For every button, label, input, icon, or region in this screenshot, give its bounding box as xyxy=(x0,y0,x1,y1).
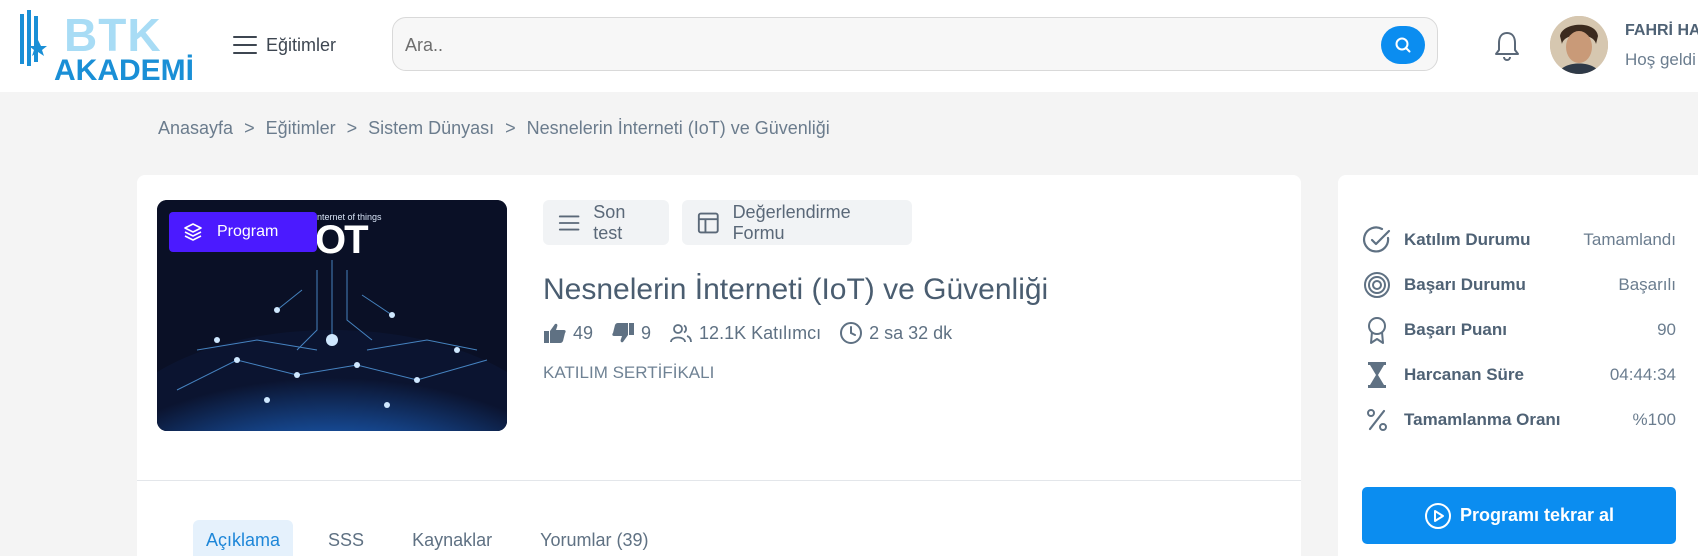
target-icon xyxy=(1364,272,1390,298)
program-badge-label: Program xyxy=(217,223,279,240)
user-greeting: Hoş geldi xyxy=(1625,50,1696,69)
award-icon xyxy=(1368,317,1386,344)
btk-akademi-logo[interactable]: BTK AKADEMİ xyxy=(18,9,208,86)
program-badge: Program xyxy=(169,212,317,252)
completion-rate-value: %100 xyxy=(1632,410,1676,429)
list-icon xyxy=(558,215,580,230)
thumbs-up-icon xyxy=(544,323,566,343)
search-icon xyxy=(1395,37,1411,53)
participation-status-label: Katılım Durumu xyxy=(1404,230,1531,249)
notification-bell-icon[interactable] xyxy=(1492,30,1522,62)
dislikes-count: 9 xyxy=(641,322,652,343)
participation-status-value: Tamamlandı xyxy=(1583,230,1676,249)
tab-faq[interactable]: SSS xyxy=(315,520,377,556)
breadcrumb-home[interactable]: Anasayfa xyxy=(158,118,233,139)
logo-text-btk: BTK xyxy=(64,9,162,61)
duration-value: 2 sa 32 dk xyxy=(869,322,953,343)
breadcrumb-category[interactable]: Sistem Dünyası xyxy=(368,118,494,139)
course-tabs: Açıklama SSS Kaynaklar Yorumlar (39) xyxy=(193,520,684,556)
tab-resources[interactable]: Kaynaklar xyxy=(399,520,505,556)
final-test-button[interactable]: Son test xyxy=(543,200,669,245)
users-icon xyxy=(670,324,692,343)
likes-stat[interactable]: 49 xyxy=(543,322,593,344)
time-spent-row: Harcanan Süre 04:44:34 xyxy=(1362,358,1676,392)
success-score-value: 90 xyxy=(1657,320,1676,339)
likes-count: 49 xyxy=(573,322,594,343)
course-card: nternet of things OT Program Son test De… xyxy=(137,175,1301,556)
percent-icon xyxy=(1367,409,1387,431)
participants-count: 12.1K Katılımcı xyxy=(699,322,822,343)
certificate-label: KATILIM SERTİFİKALI xyxy=(543,363,715,382)
breadcrumb-separator: > xyxy=(505,118,516,138)
participation-status-row: Katılım Durumu Tamamlandı xyxy=(1362,223,1676,257)
success-status-label: Başarı Durumu xyxy=(1404,275,1526,294)
participants-stat: 12.1K Katılımcı xyxy=(669,322,821,344)
hamburger-icon xyxy=(233,36,257,54)
search-button[interactable] xyxy=(1381,26,1425,64)
trainings-menu-button[interactable]: Eğitimler xyxy=(232,30,336,60)
check-circle-icon xyxy=(1362,226,1391,253)
search-input[interactable] xyxy=(405,28,1355,62)
final-test-label: Son test xyxy=(593,201,626,243)
thumb-headline: OT xyxy=(315,218,369,262)
breadcrumb-separator: > xyxy=(346,118,358,138)
breadcrumb: Anasayfa > Eğitimler > Sistem Dünyası > … xyxy=(158,118,830,139)
tab-description[interactable]: Açıklama xyxy=(193,520,294,556)
progress-summary-card: Katılım Durumu Tamamlandı Başarı Durumu … xyxy=(1338,175,1698,556)
breadcrumb-trainings[interactable]: Eğitimler xyxy=(266,118,336,139)
layers-icon xyxy=(184,223,202,241)
avatar-portrait-icon xyxy=(1550,16,1608,74)
dislikes-stat[interactable]: 9 xyxy=(611,322,651,344)
tab-comments[interactable]: Yorumlar (39) xyxy=(527,520,661,556)
logo-text-akademi: AKADEMİ xyxy=(54,54,194,87)
success-score-row: Başarı Puanı 90 xyxy=(1362,313,1676,347)
search-bar xyxy=(392,17,1438,71)
completion-rate-row: Tamamlanma Oranı %100 xyxy=(1362,403,1676,437)
time-spent-label: Harcanan Süre xyxy=(1404,365,1524,384)
course-thumbnail[interactable]: nternet of things OT Program xyxy=(157,200,507,431)
course-title: Nesnelerin İnterneti (IoT) ve Güvenliği xyxy=(543,273,1049,306)
play-circle-icon xyxy=(1424,502,1451,529)
top-header: BTK AKADEMİ Eğitimler FAHRİ HA xyxy=(0,0,1698,92)
breadcrumb-separator: > xyxy=(244,118,255,138)
completion-rate-label: Tamamlanma Oranı xyxy=(1404,410,1561,429)
user-avatar[interactable] xyxy=(1550,16,1608,74)
breadcrumb-current[interactable]: Nesnelerin İnterneti (IoT) ve Güvenliği xyxy=(527,118,830,139)
layout-icon xyxy=(697,212,719,233)
thumbs-down-icon xyxy=(612,323,635,343)
retake-program-label: Programı tekrar al xyxy=(1459,505,1615,525)
hourglass-icon xyxy=(1368,362,1386,388)
section-divider xyxy=(137,480,1301,481)
time-spent-value: 04:44:34 xyxy=(1609,365,1676,384)
success-status-value: Başarılı xyxy=(1618,275,1676,294)
retake-program-button[interactable]: Programı tekrar al xyxy=(1362,487,1676,544)
trainings-menu-label: Eğitimler xyxy=(266,34,337,55)
user-name[interactable]: FAHRİ HA xyxy=(1625,22,1698,40)
success-status-row: Başarı Durumu Başarılı xyxy=(1362,268,1676,302)
clock-icon xyxy=(840,322,863,344)
evaluation-form-label: Değerlendirme Formu xyxy=(732,201,851,243)
evaluation-form-button[interactable]: Değerlendirme Formu xyxy=(682,200,912,245)
success-score-label: Başarı Puanı xyxy=(1404,320,1507,339)
course-stats: 49 9 12.1K Katılımcı 2 sa 32 dk xyxy=(543,321,970,345)
duration-stat: 2 sa 32 dk xyxy=(839,321,952,345)
